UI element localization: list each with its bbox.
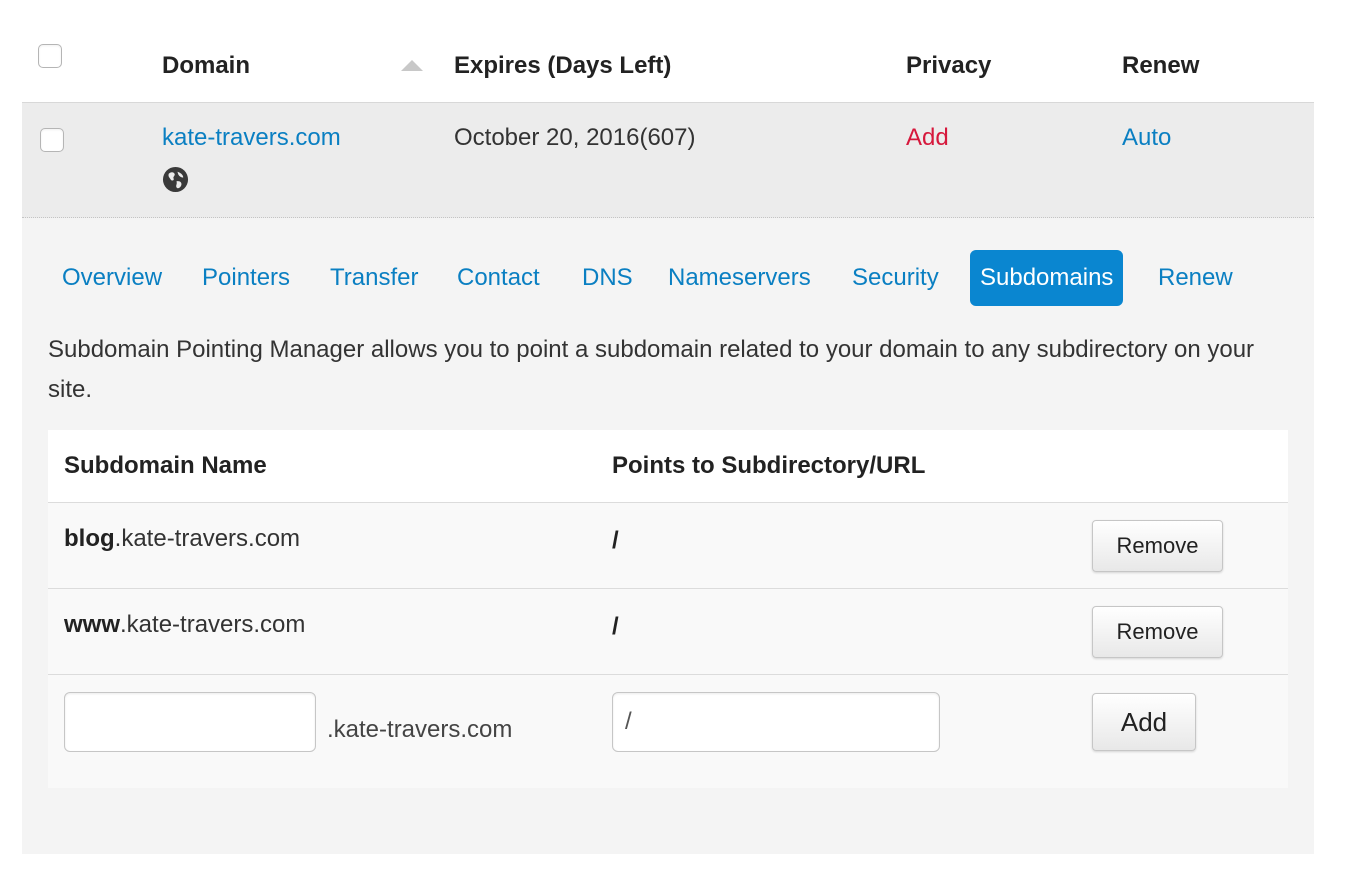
subdomain-suffix: .kate-travers.com xyxy=(120,611,306,638)
tab-nameservers[interactable]: Nameservers xyxy=(668,250,811,306)
row-divider xyxy=(48,588,1288,589)
tab-pointers[interactable]: Pointers xyxy=(202,250,290,306)
add-subdomain-button[interactable]: Add xyxy=(1092,693,1196,751)
tab-subdomains[interactable]: Subdomains xyxy=(970,250,1124,306)
row-divider xyxy=(48,674,1288,675)
subdomain-prefix: www xyxy=(64,611,121,638)
remove-subdomain-button[interactable]: Remove xyxy=(1092,606,1223,658)
remove-subdomain-button[interactable]: Remove xyxy=(1092,520,1223,572)
tab-contact[interactable]: Contact xyxy=(457,250,540,306)
renew-auto-link[interactable]: Auto xyxy=(1122,124,1171,152)
subdomain-name: blog.kate-travers.com xyxy=(64,525,300,553)
subdomain-name: www.kate-travers.com xyxy=(64,611,305,639)
new-subdomain-input[interactable] xyxy=(64,692,316,752)
points-to-header: Points to Subdirectory/URL xyxy=(612,452,926,479)
domain-row-checkbox[interactable] xyxy=(40,128,64,152)
domain-column-header[interactable]: Domain xyxy=(162,52,250,80)
subdomain-path: / xyxy=(612,613,619,640)
expires-column-header: Expires (Days Left) xyxy=(454,52,672,79)
sort-ascending-icon[interactable] xyxy=(401,60,423,71)
tab-renew[interactable]: Renew xyxy=(1158,250,1233,306)
globe-icon xyxy=(162,166,189,193)
subdomain-name-header: Subdomain Name xyxy=(64,452,267,479)
expiry-date: October 20, 2016(607) xyxy=(454,124,696,151)
tab-overview[interactable]: Overview xyxy=(62,250,162,306)
subdomain-description: Subdomain Pointing Manager allows you to… xyxy=(48,336,1255,403)
tab-transfer[interactable]: Transfer xyxy=(330,250,418,306)
domain-suffix-label: .kate-travers.com xyxy=(327,716,513,743)
select-all-checkbox[interactable] xyxy=(38,44,62,68)
subdirectory-path-input[interactable] xyxy=(612,692,940,752)
domain-row xyxy=(22,102,1314,218)
subdomain-prefix: blog xyxy=(64,525,115,552)
subdomain-path: / xyxy=(612,527,619,554)
tab-dns[interactable]: DNS xyxy=(582,250,633,306)
subdomain-suffix: .kate-travers.com xyxy=(114,525,301,552)
tab-security[interactable]: Security xyxy=(852,250,939,306)
domain-link[interactable]: kate-travers.com xyxy=(162,124,341,152)
privacy-add-link[interactable]: Add xyxy=(906,124,949,152)
privacy-column-header: Privacy xyxy=(906,52,992,79)
renew-column-header: Renew xyxy=(1122,52,1200,79)
